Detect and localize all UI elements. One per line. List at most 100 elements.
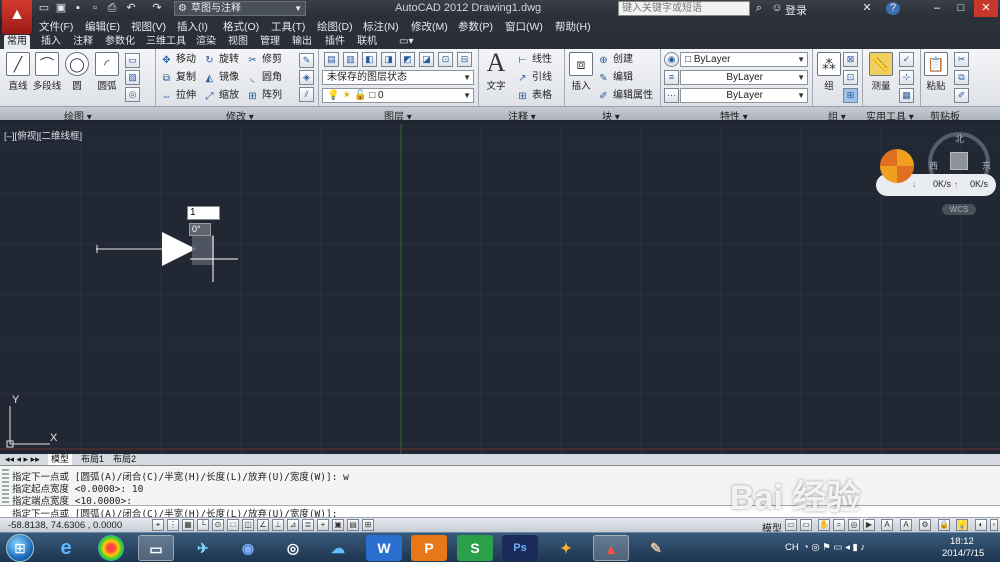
- taskbar-photoshop-icon[interactable]: Ps: [502, 535, 538, 561]
- exchange-icon[interactable]: ✕: [860, 2, 874, 15]
- help-icon[interactable]: ?: [886, 2, 900, 15]
- tab-3d-tools[interactable]: 三维工具: [143, 35, 189, 49]
- tab-annotate[interactable]: 注释: [70, 35, 96, 49]
- workspace-select[interactable]: ⚙ 草图与注释 ▼: [174, 1, 306, 16]
- print-icon[interactable]: ⎙: [105, 2, 119, 15]
- arc-button[interactable]: ◜ 圆弧: [93, 52, 121, 92]
- panel-title-properties[interactable]: 特性 ▾: [720, 108, 748, 123]
- move-button[interactable]: ✥ 移动: [160, 53, 196, 67]
- tab-layout1[interactable]: 布局1: [78, 454, 107, 465]
- tab-model[interactable]: 模型: [48, 454, 73, 465]
- menu-edit[interactable]: 编辑(E): [85, 19, 120, 34]
- stretch-button[interactable]: ⇔ 拉伸: [160, 89, 197, 103]
- clean-screen-icon[interactable]: ▫: [990, 519, 998, 531]
- taskbar-autocad-icon[interactable]: ▲: [593, 535, 629, 561]
- group-select-icon[interactable]: ⊞: [843, 88, 858, 103]
- circle-button[interactable]: ◯ 圆: [63, 52, 91, 92]
- erase-icon[interactable]: ✎: [299, 53, 314, 68]
- leader-button[interactable]: ↗ 引线: [516, 71, 552, 85]
- quick-view-drawings-icon[interactable]: ▭: [800, 519, 812, 531]
- annotation-scale-icon[interactable]: A: [881, 519, 893, 531]
- rectangle-icon[interactable]: ▭: [125, 53, 140, 68]
- offset-icon[interactable]: ⫽: [299, 87, 314, 102]
- hardware-acceleration-icon[interactable]: 💡: [956, 519, 968, 531]
- taskbar-star-icon[interactable]: ✦: [548, 535, 584, 561]
- object-snap-icon[interactable]: □: [227, 519, 239, 531]
- steeringwheel-icon[interactable]: ◎: [848, 519, 860, 531]
- calculator-icon[interactable]: ▦: [899, 88, 914, 103]
- menu-modify[interactable]: 修改(M): [411, 19, 448, 34]
- tab-manage[interactable]: 管理: [257, 35, 283, 49]
- dynamic-ucs-icon[interactable]: ⊥: [272, 519, 284, 531]
- selection-cycling-icon[interactable]: ▤: [347, 519, 359, 531]
- dynamic-input-field[interactable]: 1: [187, 206, 220, 220]
- start-button[interactable]: ⊞: [6, 534, 34, 562]
- drawing-canvas[interactable]: [–][俯视][二维线框] 1 0° 北 西 东 WCS ↓ 0K/s ↑ 0K…: [0, 124, 1000, 454]
- snap-mode-icon[interactable]: ⋮: [167, 519, 179, 531]
- dimension-button[interactable]: ⊢ 线性: [516, 53, 552, 67]
- layer-off-icon[interactable]: ◩: [400, 52, 415, 67]
- tab-plugins[interactable]: 插件: [322, 35, 348, 49]
- tab-parametric[interactable]: 参数化: [102, 35, 138, 49]
- text-button[interactable]: A 文字: [482, 50, 510, 93]
- user-icon[interactable]: ☺: [770, 2, 784, 15]
- clock-date[interactable]: 2014/7/15: [942, 548, 984, 559]
- viewcube-top-face[interactable]: [950, 152, 968, 170]
- annotation-monitor-icon[interactable]: ⊞: [362, 519, 374, 531]
- group-button[interactable]: ⁂ 组: [816, 52, 842, 92]
- tab-insert[interactable]: 插入: [38, 35, 64, 49]
- taskbar-wps-writer-icon[interactable]: W: [366, 535, 402, 561]
- zoom-icon[interactable]: ⌕: [833, 519, 845, 531]
- dynamic-input-icon[interactable]: ⊿: [287, 519, 299, 531]
- scale-button[interactable]: ⤢ 缩放: [203, 89, 240, 103]
- transparency-icon[interactable]: +: [317, 519, 329, 531]
- menu-draw[interactable]: 绘图(D): [317, 19, 353, 34]
- open-file-icon[interactable]: ▣: [54, 2, 68, 15]
- panel-title-modify[interactable]: 修改 ▾: [226, 108, 254, 123]
- tab-layout2[interactable]: 布局2: [110, 454, 139, 465]
- explode-icon[interactable]: ◈: [299, 70, 314, 85]
- cursor-coordinates[interactable]: -58.8138, 74.6306 , 0.0000: [8, 520, 122, 531]
- annotation-visibility-icon[interactable]: A: [900, 519, 912, 531]
- taskbar-wps-presentation-icon[interactable]: P: [411, 535, 447, 561]
- menu-window[interactable]: 窗口(W): [505, 19, 543, 34]
- tab-online[interactable]: 联机: [354, 35, 380, 49]
- clock-time[interactable]: 18:12: [950, 536, 974, 547]
- grid-display-icon[interactable]: ▦: [182, 519, 194, 531]
- copy-clip-icon[interactable]: ⧉: [954, 70, 969, 85]
- match-properties-icon[interactable]: ✐: [954, 88, 969, 103]
- lineweight-icon[interactable]: ≡: [664, 70, 679, 85]
- color-select[interactable]: □ ByLayer ▼: [680, 52, 808, 67]
- hatch-icon[interactable]: ▨: [125, 70, 140, 85]
- menu-dimension[interactable]: 标注(N): [363, 19, 399, 34]
- insert-block-button[interactable]: ⧈ 插入: [567, 52, 595, 92]
- quick-select-icon[interactable]: ✓: [899, 52, 914, 67]
- panel-title-draw[interactable]: 绘图 ▾: [64, 108, 92, 123]
- menu-view[interactable]: 视图(V): [131, 19, 166, 34]
- taskbar-cloud-icon[interactable]: ☁: [320, 535, 356, 561]
- search-input[interactable]: 键入关键字或短语: [618, 1, 750, 16]
- layer-iso-icon[interactable]: ◨: [381, 52, 396, 67]
- cut-icon[interactable]: ✂: [954, 52, 969, 67]
- layer-match-icon[interactable]: ◧: [362, 52, 377, 67]
- minimize-button[interactable]: –: [925, 0, 949, 17]
- menu-file[interactable]: 文件(F): [39, 19, 73, 34]
- tab-view[interactable]: 视图: [225, 35, 251, 49]
- taskbar-ie-icon[interactable]: e: [48, 535, 84, 561]
- create-block-button[interactable]: ⊕ 创建: [597, 53, 633, 67]
- isolate-objects-icon[interactable]: ◐: [975, 519, 987, 531]
- language-indicator[interactable]: CH: [785, 542, 799, 553]
- panel-title-groups[interactable]: 组 ▾: [828, 108, 846, 123]
- 3d-object-snap-icon[interactable]: ◫: [242, 519, 254, 531]
- linetype-select[interactable]: ByLayer ▼: [680, 70, 808, 85]
- tab-nav-arrows-icon[interactable]: ◂◂ ◂ ▸ ▸▸: [2, 454, 43, 465]
- mirror-button[interactable]: ◭ 镜像: [203, 71, 239, 85]
- panel-title-utilities[interactable]: 实用工具 ▾: [866, 108, 914, 123]
- rotate-button[interactable]: ↻ 旋转: [203, 53, 239, 67]
- toolbar-lock-icon[interactable]: 🔒: [938, 519, 950, 531]
- layer-lock-icon[interactable]: ⊡: [438, 52, 453, 67]
- paste-button[interactable]: 📋 粘贴: [923, 52, 949, 92]
- workspace-switch-icon[interactable]: ⚙: [919, 519, 931, 531]
- region-icon[interactable]: ◎: [125, 87, 140, 102]
- taskbar-bird-icon[interactable]: ✈: [185, 535, 221, 561]
